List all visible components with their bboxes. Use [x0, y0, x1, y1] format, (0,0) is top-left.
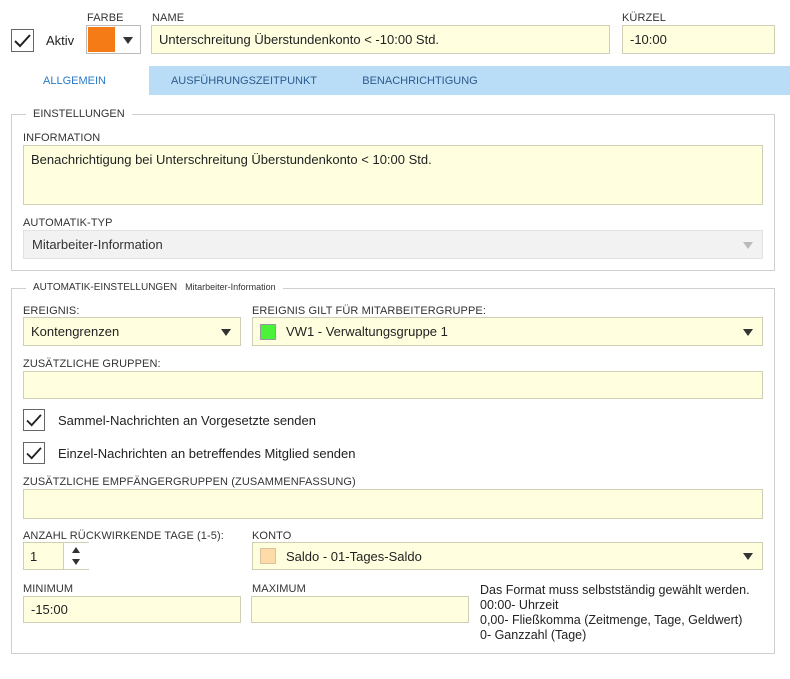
active-checkbox[interactable]	[11, 29, 34, 52]
min-input[interactable]: -15:00	[23, 596, 241, 623]
checkmark-icon	[14, 33, 31, 47]
hint-line: Das Format muss selbstständig gewählt we…	[480, 583, 750, 597]
max-input[interactable]	[251, 596, 469, 623]
event-value: Kontengrenzen	[31, 324, 120, 339]
short-label: KÜRZEL	[622, 12, 666, 24]
group-label: EREIGNIS GILT FÜR MITARBEITERGRUPPE:	[252, 305, 487, 317]
account-select[interactable]: Saldo - 01-Tages-Saldo	[252, 542, 763, 570]
hint-line: 00:00- Uhrzeit	[480, 598, 559, 612]
auto-legend-title: AUTOMATIK-EINSTELLUNGEN	[33, 282, 178, 293]
event-select[interactable]: Kontengrenzen	[23, 317, 241, 346]
tab-allgemein[interactable]: ALLGEMEIN	[0, 66, 149, 95]
check-einzel[interactable]	[23, 442, 45, 464]
min-value: -15:00	[31, 602, 68, 617]
auto-legend: AUTOMATIK-EINSTELLUNGEN Mitarbeiter-Info…	[26, 282, 283, 293]
auto-legend-sub: Mitarbeiter-Information	[185, 282, 276, 292]
name-input[interactable]: Unterschreitung Überstundenkonto < -10:0…	[151, 25, 610, 54]
checkmark-icon	[26, 413, 42, 426]
active-label: Aktiv	[46, 33, 75, 48]
type-select: Mitarbeiter-Information	[23, 230, 763, 259]
hint-line: 0- Ganzzahl (Tage)	[480, 628, 587, 642]
days-label: ANZAHL RÜCKWIRKENDE TAGE (1-5):	[23, 530, 224, 542]
settings-legend: EINSTELLUNGEN	[26, 108, 132, 120]
info-textarea[interactable]: Benachrichtigung bei Unterschreitung Übe…	[23, 145, 763, 205]
tab-ausfuehrungszeitpunkt[interactable]: AUSFÜHRUNGSZEITPUNKT	[149, 66, 339, 95]
extra-groups-label: ZUSÄTZLICHE GRUPPEN:	[23, 358, 161, 370]
color-swatch	[88, 27, 115, 52]
days-stepper[interactable]: 1	[23, 542, 89, 570]
color-label: FARBE	[87, 12, 124, 24]
short-value: -10:00	[630, 32, 667, 47]
chevron-down-icon	[123, 37, 133, 44]
check-sammel-label: Sammel-Nachrichten an Vorgesetzte senden	[58, 413, 316, 428]
name-value: Unterschreitung Überstundenkonto < -10:0…	[159, 32, 440, 47]
event-label: EREIGNIS:	[23, 305, 80, 317]
type-value: Mitarbeiter-Information	[32, 237, 163, 252]
recipients-label: ZUSÄTZLICHE EMPFÄNGERGRUPPEN (ZUSAMMENFA…	[23, 476, 356, 488]
account-label: KONTO	[252, 530, 292, 542]
chevron-down-icon	[743, 242, 753, 249]
info-value: Benachrichtigung bei Unterschreitung Übe…	[31, 152, 432, 167]
group-value: VW1 - Verwaltungsgruppe 1	[286, 324, 448, 339]
type-label: AUTOMATIK-TYP	[23, 217, 113, 229]
tab-bar: ALLGEMEIN AUSFÜHRUNGSZEITPUNKT BENACHRIC…	[0, 66, 790, 95]
days-value: 1	[30, 548, 38, 564]
check-einzel-label: Einzel-Nachrichten an betreffendes Mitgl…	[58, 446, 356, 461]
name-label: NAME	[152, 12, 185, 24]
spin-down-icon[interactable]	[72, 559, 80, 565]
recipients-input[interactable]	[23, 489, 763, 519]
check-sammel[interactable]	[23, 409, 45, 431]
group-select[interactable]: VW1 - Verwaltungsgruppe 1	[252, 317, 763, 346]
format-hint: Das Format muss selbstständig gewählt we…	[480, 583, 750, 643]
checkmark-icon	[26, 446, 42, 459]
days-spin	[63, 543, 89, 569]
chevron-down-icon	[221, 329, 231, 336]
spin-up-icon[interactable]	[72, 547, 80, 553]
account-color-swatch	[260, 548, 276, 564]
min-label: MINIMUM	[23, 583, 74, 595]
group-color-swatch	[260, 323, 276, 340]
extra-groups-input[interactable]	[23, 371, 763, 399]
chevron-down-icon	[743, 553, 753, 560]
account-value: Saldo - 01-Tages-Saldo	[286, 548, 422, 564]
short-input[interactable]: -10:00	[622, 25, 775, 54]
info-label: INFORMATION	[23, 132, 101, 144]
hint-line: 0,00- Fließkomma (Zeitmenge, Tage, Geldw…	[480, 613, 743, 627]
tab-benachrichtigung[interactable]: BENACHRICHTIGUNG	[339, 66, 501, 95]
max-label: MAXIMUM	[252, 583, 306, 595]
color-picker[interactable]	[86, 25, 141, 54]
chevron-down-icon	[743, 329, 753, 336]
